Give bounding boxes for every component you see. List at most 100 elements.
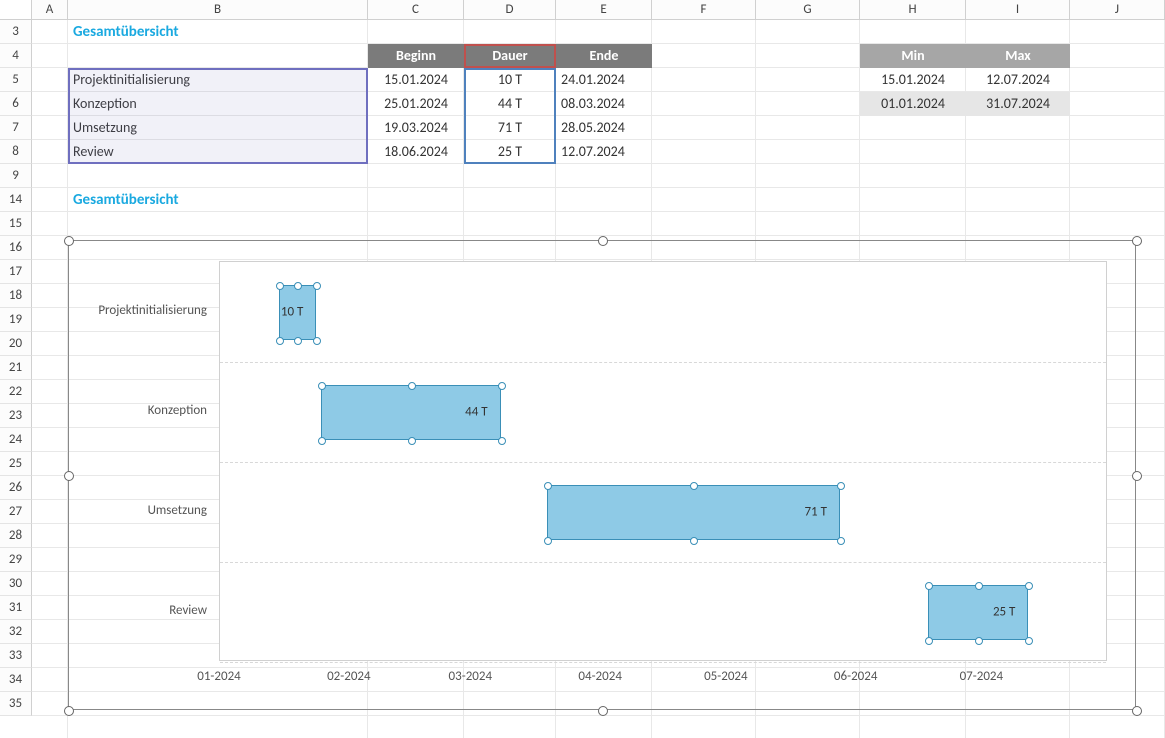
bar-handle[interactable] [318,437,326,445]
col-head-E[interactable]: E [556,0,652,19]
row-head-25[interactable]: 25 [0,452,32,476]
minmax-max-1[interactable]: 31.07.2024 [966,92,1070,116]
col-head-A[interactable]: A [32,0,68,19]
col-head-G[interactable]: G [756,0,860,19]
chart-resize-handle[interactable] [1132,706,1142,716]
bar-handle[interactable] [313,337,321,345]
task-end-2[interactable]: 28.05.2024 [556,116,652,140]
chart-bar-1[interactable]: 44 T [321,385,501,440]
header-max[interactable]: Max [966,44,1070,68]
chart-resize-handle[interactable] [1132,236,1142,246]
bar-handle[interactable] [498,382,506,390]
chart-resize-handle[interactable] [64,706,74,716]
task-name-0[interactable]: Projektinitialisierung [68,68,368,92]
task-name-1[interactable]: Konzeption [68,92,368,116]
task-name-2[interactable]: Umsetzung [68,116,368,140]
task-name-3[interactable]: Review [68,140,368,164]
task-end-0[interactable]: 24.01.2024 [556,68,652,92]
row-head-18[interactable]: 18 [0,284,32,308]
chart-bar-3[interactable]: 25 T [928,585,1029,640]
bar-handle[interactable] [925,637,933,645]
task-duration-1[interactable]: 44 T [464,92,556,116]
row-head-19[interactable]: 19 [0,308,32,332]
row-head-29[interactable]: 29 [0,548,32,572]
minmax-min-1[interactable]: 01.01.2024 [860,92,966,116]
task-end-1[interactable]: 08.03.2024 [556,92,652,116]
chart-resize-handle[interactable] [64,236,74,246]
chart-resize-handle[interactable] [64,471,74,481]
header-end[interactable]: Ende [556,44,652,68]
bar-handle[interactable] [1025,582,1033,590]
chart-resize-handle[interactable] [598,236,608,246]
chart-resize-handle[interactable] [1132,471,1142,481]
row-head-4[interactable]: 4 [0,44,32,68]
bar-handle[interactable] [313,282,321,290]
minmax-max-0[interactable]: 12.07.2024 [966,68,1070,92]
bar-handle[interactable] [276,337,284,345]
row-head-28[interactable]: 28 [0,524,32,548]
chart-object[interactable]: 10 T44 T71 T25 TProjektinitialisierungKo… [68,240,1136,710]
task-duration-2[interactable]: 71 T [464,116,556,140]
bar-handle[interactable] [544,482,552,490]
col-head-B[interactable]: B [68,0,368,19]
col-head-I[interactable]: I [966,0,1070,19]
chart-bar-0[interactable]: 10 T [279,285,317,340]
bar-handle[interactable] [975,637,983,645]
bar-handle[interactable] [690,482,698,490]
task-begin-1[interactable]: 25.01.2024 [368,92,464,116]
minmax-min-0[interactable]: 15.01.2024 [860,68,966,92]
row-head-14[interactable]: 14 [0,188,32,212]
row-head-22[interactable]: 22 [0,380,32,404]
row-head-9[interactable]: 9 [0,164,32,188]
spreadsheet-grid[interactable]: GesamtübersichtBeginnDauerEnde Projektini… [32,20,1165,738]
task-begin-2[interactable]: 19.03.2024 [368,116,464,140]
row-head-34[interactable]: 34 [0,668,32,692]
row-head-23[interactable]: 23 [0,404,32,428]
task-duration-3[interactable]: 25 T [464,140,556,164]
header-min[interactable]: Min [860,44,966,68]
chart-bar-2[interactable]: 71 T [547,485,840,540]
row-head-6[interactable]: 6 [0,92,32,116]
row-head-16[interactable]: 16 [0,236,32,260]
row-head-27[interactable]: 27 [0,500,32,524]
task-end-3[interactable]: 12.07.2024 [556,140,652,164]
bar-handle[interactable] [276,282,284,290]
row-head-26[interactable]: 26 [0,476,32,500]
col-head-F[interactable]: F [652,0,756,19]
col-head-D[interactable]: D [464,0,556,19]
bar-handle[interactable] [294,337,302,345]
row-head-15[interactable]: 15 [0,212,32,236]
chart-resize-handle[interactable] [598,706,608,716]
row-head-33[interactable]: 33 [0,644,32,668]
col-head-C[interactable]: C [368,0,464,19]
bar-handle[interactable] [318,382,326,390]
bar-handle[interactable] [294,282,302,290]
row-head-5[interactable]: 5 [0,68,32,92]
row-head-8[interactable]: 8 [0,140,32,164]
bar-handle[interactable] [498,437,506,445]
header-duration[interactable]: Dauer [464,44,556,68]
row-head-35[interactable]: 35 [0,692,32,716]
header-begin[interactable]: Beginn [368,44,464,68]
section-title-top[interactable]: Gesamtübersicht [68,20,368,44]
row-head-17[interactable]: 17 [0,260,32,284]
row-head-30[interactable]: 30 [0,572,32,596]
bar-handle[interactable] [408,382,416,390]
bar-handle[interactable] [544,537,552,545]
row-head-24[interactable]: 24 [0,428,32,452]
bar-handle[interactable] [837,537,845,545]
row-head-7[interactable]: 7 [0,116,32,140]
row-head-20[interactable]: 20 [0,332,32,356]
bar-handle[interactable] [925,582,933,590]
row-head-3[interactable]: 3 [0,20,32,44]
row-head-32[interactable]: 32 [0,620,32,644]
bar-handle[interactable] [408,437,416,445]
bar-handle[interactable] [837,482,845,490]
task-begin-3[interactable]: 18.06.2024 [368,140,464,164]
row-head-21[interactable]: 21 [0,356,32,380]
bar-handle[interactable] [975,582,983,590]
task-begin-0[interactable]: 15.01.2024 [368,68,464,92]
task-duration-0[interactable]: 10 T [464,68,556,92]
row-head-31[interactable]: 31 [0,596,32,620]
bar-handle[interactable] [690,537,698,545]
